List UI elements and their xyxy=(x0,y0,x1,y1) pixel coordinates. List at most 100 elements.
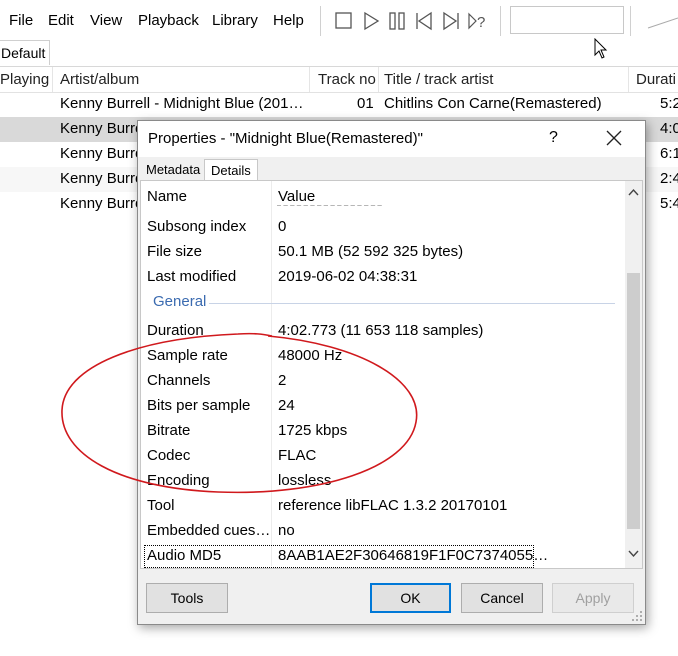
dialog-titlebar[interactable]: Properties - "Midnight Blue(Remastered)"… xyxy=(138,121,645,157)
tab-default[interactable]: Default xyxy=(0,40,50,65)
previous-icon[interactable] xyxy=(413,10,435,32)
seek-bar[interactable] xyxy=(510,6,624,34)
detail-row[interactable]: Bitrate 1725 kbps xyxy=(141,419,625,444)
menu-bar: File Edit View Playback Library Help ? xyxy=(0,0,678,40)
tab-details[interactable]: Details xyxy=(204,159,258,181)
detail-row[interactable]: Codec FLAC xyxy=(141,444,625,469)
column-playing[interactable]: Playing xyxy=(0,71,49,88)
column-artist-album[interactable]: Artist/album xyxy=(60,71,139,88)
detail-name: Tool xyxy=(147,497,175,514)
vertical-scrollbar[interactable] xyxy=(625,181,642,568)
play-icon[interactable] xyxy=(360,10,382,32)
detail-name: Encoding xyxy=(147,472,210,489)
playlist-row[interactable]: Kenny Burrell - Midnight Blue (201… 01 C… xyxy=(0,92,678,117)
scroll-thumb[interactable] xyxy=(627,273,640,529)
playlist-column-headers: Playing Artist/album Track no Title / tr… xyxy=(0,67,678,93)
menu-help[interactable]: Help xyxy=(273,12,304,29)
pause-icon[interactable] xyxy=(386,10,408,32)
group-general-label: General xyxy=(153,293,207,310)
header-value[interactable]: Value xyxy=(278,188,315,205)
stop-icon[interactable] xyxy=(333,10,355,32)
toolbar-separator xyxy=(630,6,631,36)
detail-row[interactable]: Duration 4:02.773 (11 653 118 samples) xyxy=(141,319,625,344)
row-artist: Kenny Burre xyxy=(60,145,144,162)
row-duration: 6:1 xyxy=(660,145,678,162)
detail-value: 2 xyxy=(278,372,287,389)
random-icon[interactable]: ? xyxy=(466,10,488,32)
row-title: Chitlins Con Carne(Remastered) xyxy=(384,95,602,112)
menu-file[interactable]: File xyxy=(9,12,33,29)
menu-view[interactable]: View xyxy=(90,12,122,29)
help-button[interactable]: ? xyxy=(549,129,558,147)
detail-name: Bitrate xyxy=(147,422,191,439)
detail-row[interactable]: File size 50.1 MB (52 592 325 bytes) xyxy=(141,240,625,265)
dialog-title: Properties - "Midnight Blue(Remastered)" xyxy=(148,130,423,147)
detail-value: 50.1 MB (52 592 325 bytes) xyxy=(278,243,464,260)
details-panel: Name Value ‾ ‾ ‾ ‾ ‾ ‾ ‾ ‾ ‾ ‾ ‾ ‾ ‾ ‾ ‾… xyxy=(140,180,643,569)
dialog-tabs: Metadata Details xyxy=(138,157,645,181)
detail-name: Channels xyxy=(147,372,211,389)
column-track-no[interactable]: Track no xyxy=(318,71,376,88)
detail-value: 0 xyxy=(278,218,287,235)
detail-value: reference libFLAC 1.3.2 20170101 xyxy=(278,497,508,514)
detail-name: Codec xyxy=(147,447,191,464)
detail-value: 4:02.773 (11 653 118 samples) xyxy=(278,322,484,339)
detail-value: 8AAB1AE2F30646819F1F0C7374055… xyxy=(278,547,549,564)
menu-library[interactable]: Library xyxy=(212,12,258,29)
row-artist: Kenny Burre xyxy=(60,170,144,187)
detail-value: FLAC xyxy=(278,447,317,464)
row-duration: 4:0 xyxy=(660,120,678,137)
row-artist: Kenny Burrell - Midnight Blue (201… xyxy=(60,95,304,112)
detail-row[interactable]: Bits per sample 24 xyxy=(141,394,625,419)
column-divider[interactable] xyxy=(378,67,379,92)
close-icon[interactable] xyxy=(604,128,624,148)
detail-row[interactable]: Channels 2 xyxy=(141,369,625,394)
header-name[interactable]: Name xyxy=(147,188,187,205)
detail-row[interactable]: Subsong index 0 xyxy=(141,215,625,240)
column-divider[interactable] xyxy=(309,67,310,92)
detail-row[interactable]: Tool reference libFLAC 1.3.2 20170101 xyxy=(141,494,625,519)
menu-playback[interactable]: Playback xyxy=(138,12,199,29)
detail-name: Duration xyxy=(147,322,204,339)
detail-name: Last modified xyxy=(147,268,237,285)
group-divider xyxy=(209,303,615,304)
cancel-button[interactable]: Cancel xyxy=(461,583,543,613)
apply-button[interactable]: Apply xyxy=(552,583,634,613)
ok-button[interactable]: OK xyxy=(370,583,451,613)
row-duration: 5:2 xyxy=(660,95,678,112)
column-divider[interactable] xyxy=(52,67,53,92)
menu-edit[interactable]: Edit xyxy=(48,12,74,29)
row-duration: 2:4 xyxy=(660,170,678,187)
resize-grip-icon[interactable] xyxy=(631,610,643,622)
row-duration: 5:4 xyxy=(660,195,678,212)
scroll-down-icon[interactable] xyxy=(628,548,639,559)
svg-text:?: ? xyxy=(477,14,485,31)
column-title[interactable]: Title / track artist xyxy=(384,71,493,88)
playlist-tabs: Default xyxy=(0,40,678,67)
properties-dialog: Properties - "Midnight Blue(Remastered)"… xyxy=(137,120,646,625)
detail-name: Subsong index xyxy=(147,218,247,235)
scroll-up-icon[interactable] xyxy=(628,187,639,198)
detail-row[interactable]: Sample rate 48000 Hz xyxy=(141,344,625,369)
column-duration[interactable]: Durati xyxy=(636,71,676,88)
detail-row[interactable]: Embedded cues… no xyxy=(141,519,625,544)
next-icon[interactable] xyxy=(440,10,462,32)
row-artist: Kenny Burre xyxy=(60,120,144,137)
row-artist: Kenny Burre xyxy=(60,195,144,212)
detail-value: 48000 Hz xyxy=(278,347,343,364)
detail-value: 2019-06-02 04:38:31 xyxy=(278,268,418,285)
detail-name: Embedded cues… xyxy=(147,522,271,539)
scrolled-row-remnant: ‾ ‾ ‾ ‾ ‾ ‾ ‾ ‾ ‾ ‾ ‾ ‾ ‾ ‾ ‾ ‾ xyxy=(277,205,382,211)
detail-row[interactable]: Last modified 2019-06-02 04:38:31 xyxy=(141,265,625,290)
detail-name: File size xyxy=(147,243,203,260)
mouse-cursor-icon xyxy=(594,38,608,59)
column-divider[interactable] xyxy=(628,67,629,92)
tab-metadata[interactable]: Metadata xyxy=(140,159,204,181)
detail-value: 24 xyxy=(278,397,295,414)
detail-row[interactable]: Encoding lossless xyxy=(141,469,625,494)
row-track: 01 xyxy=(357,95,374,112)
volume-slider[interactable] xyxy=(646,16,678,30)
detail-value: no xyxy=(278,522,295,539)
tools-button[interactable]: Tools xyxy=(146,583,228,613)
detail-row-focused[interactable]: Audio MD5 8AAB1AE2F30646819F1F0C7374055… xyxy=(143,544,548,569)
